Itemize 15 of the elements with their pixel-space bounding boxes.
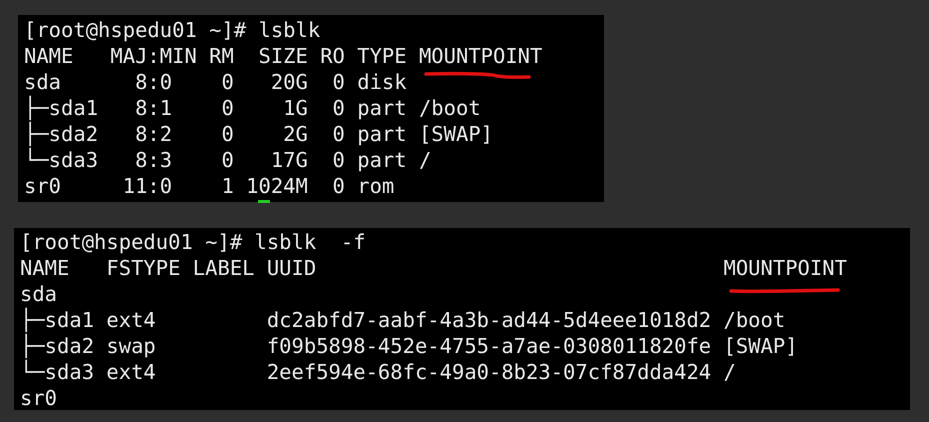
terminal-line: sda 8:0 0 20G 0 disk	[24, 69, 407, 95]
terminal-line: ├─sda1 ext4 dc2abfd7-aabf-4a3b-ad44-5d4eee1018d2 /boot	[20, 307, 786, 333]
terminal-line: sda	[20, 281, 58, 307]
terminal-line: └─sda3 ext4 2eef594e-68fc-49a0-8b23-07cf87dda424 /	[20, 359, 736, 385]
terminal-line: sr0	[20, 385, 58, 411]
terminal-line: ├─sda1 8:1 0 1G 0 part /boot	[24, 95, 481, 121]
terminal-line: sr0 11:0 1 1024M 0 rom	[24, 173, 394, 199]
cursor	[258, 200, 270, 203]
terminal-line: [root@hspedu01 ~]# lsblk -f	[20, 229, 366, 255]
terminal-line: NAME FSTYPE LABEL UUID MOUNTPOINT	[20, 255, 847, 281]
terminal-line: NAME MAJ:MIN RM SIZE RO TYPE MOUNTPOINT	[24, 43, 542, 69]
terminal-line: ├─sda2 swap f09b5898-452e-4755-a7ae-0308011820fe [SWAP]	[20, 333, 798, 359]
terminal-line: ├─sda2 8:2 0 2G 0 part [SWAP]	[24, 121, 493, 147]
terminal-line: └─sda3 8:3 0 17G 0 part /	[24, 147, 432, 173]
terminal-line: [root@hspedu01 ~]# lsblk	[24, 17, 320, 43]
